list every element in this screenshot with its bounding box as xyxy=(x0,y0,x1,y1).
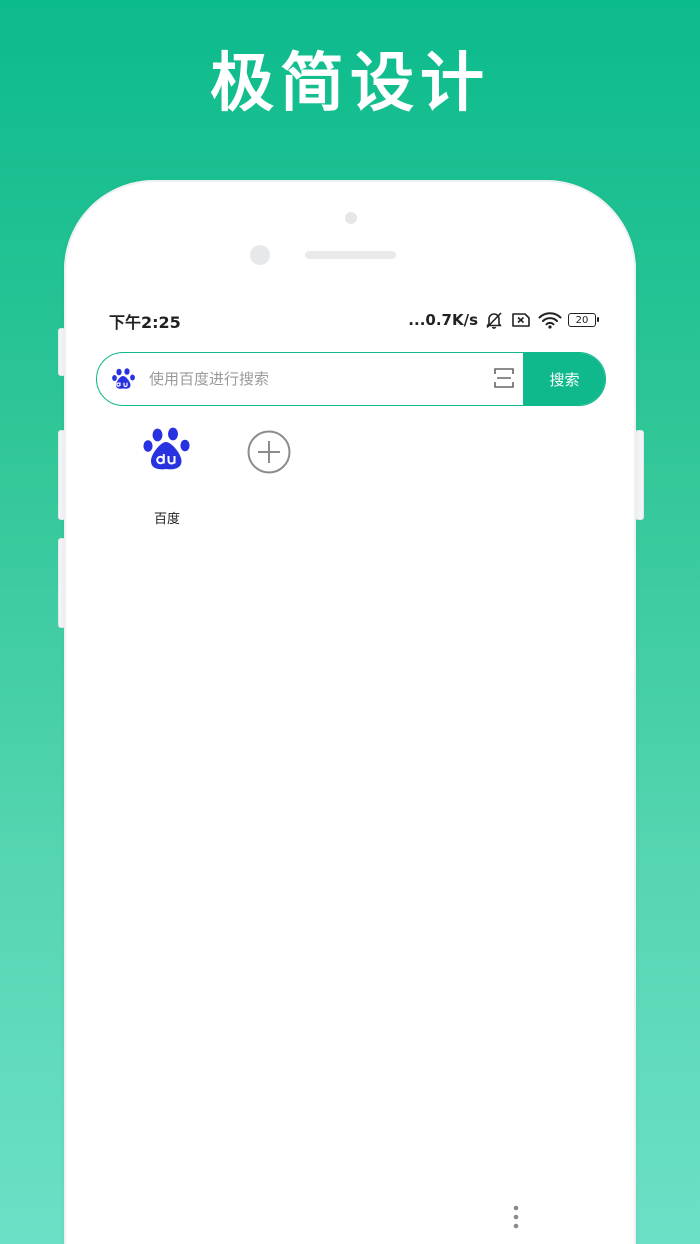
shortcut-label: 百度 xyxy=(153,512,180,527)
battery-level: 20 xyxy=(575,315,589,326)
more-vertical-icon[interactable] xyxy=(510,1204,522,1232)
phone-front-camera xyxy=(250,245,270,265)
status-indicators: ...0.7K/s 20 xyxy=(408,307,599,333)
baidu-paw-icon[interactable] xyxy=(111,366,137,392)
sim-no-signal-icon xyxy=(512,313,530,327)
phone-screen: 下午2:25 ...0.7K/s 20 使用百度进行搜索 搜索 百度 xyxy=(84,295,616,1244)
wifi-icon xyxy=(538,312,562,329)
phone-mockup: 下午2:25 ...0.7K/s 20 使用百度进行搜索 搜索 百度 xyxy=(64,180,636,1244)
promo-title: 极简设计 xyxy=(210,47,490,121)
mute-bell-icon xyxy=(486,312,502,329)
network-speed: ...0.7K/s xyxy=(408,311,478,329)
search-input[interactable] xyxy=(149,353,479,404)
phone-speaker xyxy=(305,251,396,259)
search-bar: 搜索 xyxy=(96,352,606,406)
status-time: 下午2:25 xyxy=(109,313,181,332)
phone-sensor xyxy=(345,212,357,224)
battery-icon: 20 xyxy=(568,313,599,327)
baidu-logo-icon xyxy=(143,427,190,470)
search-button[interactable]: 搜索 xyxy=(523,353,605,405)
status-bar: 下午2:25 ...0.7K/s 20 xyxy=(84,307,616,333)
add-circle-icon xyxy=(247,430,291,474)
phone-side-button-right xyxy=(635,430,644,520)
scan-icon[interactable] xyxy=(493,367,515,389)
